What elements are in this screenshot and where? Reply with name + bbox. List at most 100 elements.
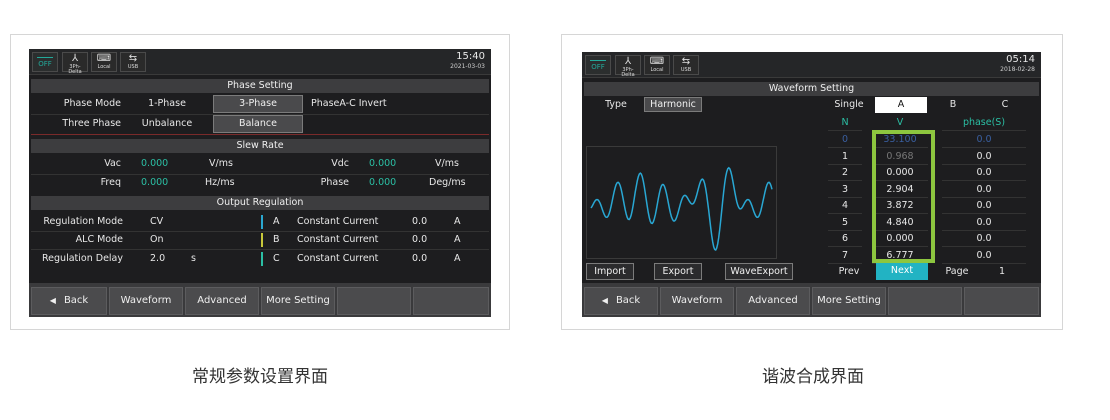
softkey-5[interactable] [337, 287, 411, 315]
freq-label: Freq [100, 177, 121, 188]
phase-a-label: A [273, 216, 280, 227]
harmonic-phase[interactable]: 0.0 [942, 132, 1026, 148]
softkey-bar: ◀ Back Waveform Advanced More Setting [29, 283, 491, 317]
phase-a-unit: A [454, 216, 461, 227]
waveform-button[interactable]: Waveform [109, 287, 183, 315]
phase-label: Phase [320, 177, 349, 188]
softkey-bar: ◀ Back Waveform Advanced More Setting [582, 283, 1041, 317]
local-icon: ⌨ Local [644, 55, 670, 75]
vdc-label: Vdc [331, 158, 349, 169]
harmonic-phase[interactable]: 0.0 [942, 231, 1026, 247]
tab-b[interactable]: B [927, 97, 979, 113]
prev-button[interactable]: Prev [828, 264, 870, 280]
harmonic-phase[interactable]: 0.0 [942, 182, 1026, 198]
clock: 05:14 2018-02-28 [1000, 54, 1035, 73]
vac-value[interactable]: 0.000 [141, 155, 201, 173]
phase-a-mode[interactable]: Constant Current [297, 213, 407, 231]
wave-export-button[interactable]: WaveExport [725, 263, 793, 280]
clock: 15:40 2021-03-03 [450, 51, 485, 70]
balance-option[interactable]: Balance [213, 115, 303, 133]
back-arrow-icon: ◀ [49, 296, 56, 305]
regulation-mode-label: Regulation Mode [43, 216, 123, 227]
left-caption: 常规参数设置界面 [192, 367, 328, 387]
harmonic-phase[interactable]: 0.0 [942, 149, 1026, 165]
phase-b-color-bar [261, 233, 263, 247]
softkey-6[interactable] [964, 287, 1039, 315]
freq-unit: Hz/ms [205, 177, 235, 188]
harmonic-order: 4 [828, 198, 862, 214]
harmonic-order: 6 [828, 231, 862, 247]
back-button[interactable]: ◀ Back [31, 287, 107, 315]
phase-value[interactable]: 0.000 [369, 174, 419, 192]
alc-mode-value[interactable]: On [150, 231, 190, 249]
phase-b-value[interactable]: 0.0 [412, 231, 436, 249]
phase-setting-header: Phase Setting [31, 79, 489, 93]
harmonic-order: 3 [828, 182, 862, 198]
3ph-delta-icon: ⅄ 3Ph-Delta [62, 52, 88, 75]
phase-a-value[interactable]: 0.0 [412, 213, 436, 231]
type-harmonic-button[interactable]: Harmonic [644, 97, 702, 112]
vdc-value[interactable]: 0.000 [369, 155, 419, 173]
col-phase-header: phase(S) [942, 115, 1026, 131]
next-button[interactable]: Next [876, 263, 928, 280]
import-button[interactable]: Import [586, 263, 634, 280]
col-n-header: N [828, 115, 862, 131]
back-button[interactable]: ◀ Back [584, 287, 658, 315]
regulation-mode-value[interactable]: CV [150, 213, 190, 231]
harmonic-order: 5 [828, 215, 862, 231]
freq-value[interactable]: 0.000 [141, 174, 201, 192]
softkey-6[interactable] [413, 287, 489, 315]
tab-a[interactable]: A [875, 97, 927, 113]
right-caption: 谐波合成界面 [762, 367, 864, 387]
slew-rate-header: Slew Rate [31, 139, 489, 153]
three-phase-label: Three Phase [62, 118, 121, 129]
page-label: Page [945, 266, 969, 277]
harmonic-phase[interactable]: 0.0 [942, 165, 1026, 181]
phase-b-mode[interactable]: Constant Current [297, 231, 407, 249]
left-screen: OFF ⅄ 3Ph-Delta ⌨ Local ⇆ USB 15:40 2021-03-… [29, 49, 491, 317]
softkey-5[interactable] [888, 287, 962, 315]
phase-c-value[interactable]: 0.0 [412, 250, 436, 268]
phase-c-mode[interactable]: Constant Current [297, 250, 407, 268]
divider-accent [31, 134, 489, 135]
status-bar: OFF ⅄ 3Ph-Delta ⌨ Local ⇆ USB 05:14 2018-02-… [582, 52, 1041, 78]
phase-c-color-bar [261, 252, 263, 266]
output-off-indicator[interactable]: OFF [32, 52, 58, 72]
waveform-button[interactable]: Waveform [660, 287, 734, 315]
vdc-unit: V/ms [435, 158, 459, 169]
right-screen: OFF ⅄ 3Ph-Delta ⌨ Local ⇆ USB 05:14 2018-02-… [582, 52, 1041, 317]
export-button[interactable]: Export [654, 263, 702, 280]
page-value[interactable]: 1 [982, 264, 1022, 280]
regulation-delay-label: Regulation Delay [42, 253, 123, 264]
3ph-delta-icon: ⅄ 3Ph-Delta [615, 55, 641, 78]
phase-b-label: B [273, 234, 280, 245]
vac-label: Vac [104, 158, 121, 169]
harmonic-phase[interactable]: 0.0 [942, 198, 1026, 214]
output-off-indicator[interactable]: OFF [585, 55, 611, 75]
three-phase-option[interactable]: 3-Phase [213, 95, 303, 113]
single-label: Single [834, 99, 864, 110]
advanced-button[interactable]: Advanced [736, 287, 810, 315]
phase-mode-label: Phase Mode [63, 98, 121, 109]
waveform-setting-header: Waveform Setting [584, 82, 1039, 96]
advanced-button[interactable]: Advanced [185, 287, 259, 315]
harmonic-order: 0 [828, 132, 862, 148]
regulation-delay-value[interactable]: 2.0 [150, 250, 180, 268]
phase-invert-label[interactable]: PhaseA-C Invert [311, 95, 431, 113]
one-phase-option[interactable]: 1-Phase [129, 95, 205, 113]
unbalance-option[interactable]: Unbalance [129, 115, 205, 133]
alc-mode-label: ALC Mode [75, 234, 123, 245]
phase-c-label: C [273, 253, 280, 264]
vac-unit: V/ms [209, 158, 233, 169]
more-setting-button[interactable]: More Setting [261, 287, 335, 315]
phase-c-unit: A [454, 253, 461, 264]
harmonic-phase[interactable]: 0.0 [942, 248, 1026, 264]
harmonic-phase[interactable]: 0.0 [942, 215, 1026, 231]
tab-c[interactable]: C [979, 97, 1031, 113]
waveform-trace [590, 166, 773, 251]
regulation-delay-unit: s [191, 253, 196, 264]
more-setting-button[interactable]: More Setting [812, 287, 886, 315]
local-icon: ⌨ Local [91, 52, 117, 72]
waveform-plot [590, 166, 773, 251]
col-v-header: V [872, 115, 928, 131]
